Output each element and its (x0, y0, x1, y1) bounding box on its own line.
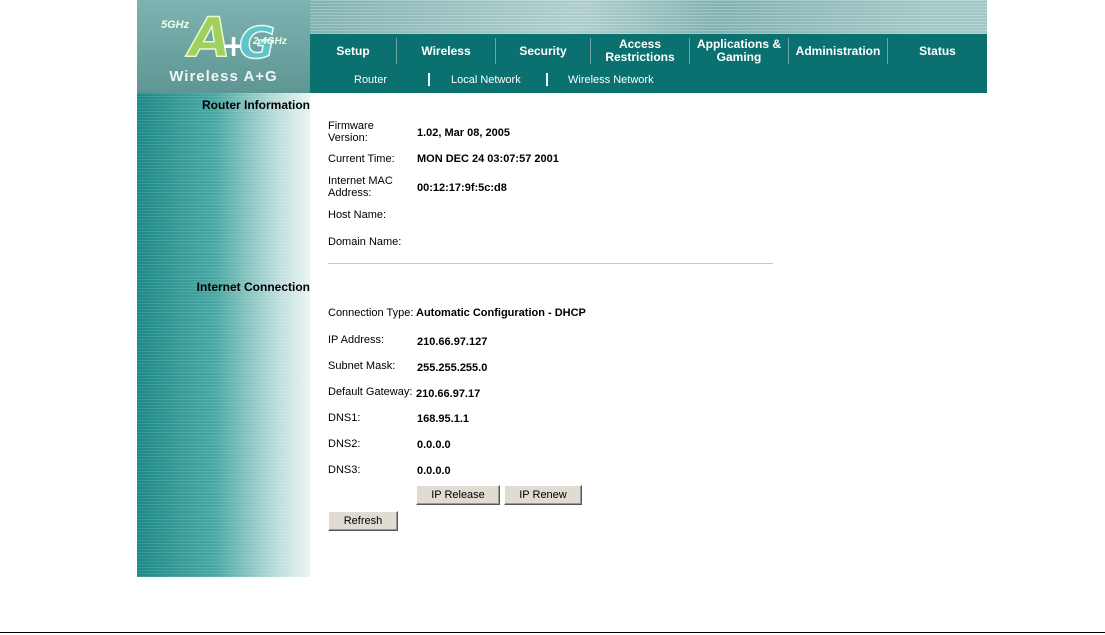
logo-5ghz-text: 5GHz (161, 19, 190, 31)
subtab-wireless-network[interactable]: Wireless Network (568, 74, 654, 86)
ip-address-label: IP Address: (328, 334, 385, 346)
connection-type-value: Automatic Configuration - DHCP (416, 307, 586, 319)
default-gateway-label: Default Gateway: (328, 386, 413, 398)
internet-mac-label: Internet MAC Address: (328, 175, 393, 199)
page-bottom-rule (0, 632, 1105, 633)
firmware-version-value: 1.02, Mar 08, 2005 (417, 127, 510, 139)
dns1-label: DNS1: (328, 412, 361, 424)
dns3-value: 0.0.0.0 (417, 465, 451, 477)
wireless-ag-logo: 5GHz A + G 2.4GHz (161, 6, 287, 66)
current-time-value: MON DEC 24 03:07:57 2001 (417, 153, 559, 165)
ip-address-value: 210.66.97.127 (417, 336, 488, 348)
router-information-heading: Router Information (202, 98, 310, 112)
dns2-label: DNS2: (328, 438, 361, 450)
dns3-label: DNS3: (328, 464, 361, 476)
sidebar (137, 93, 310, 577)
tab-access-restrictions[interactable]: Access Restrictions (591, 34, 689, 68)
tab-applications-gaming[interactable]: Applications & Gaming (690, 34, 788, 68)
domain-name-label: Domain Name: (328, 236, 402, 248)
subtab-divider (546, 73, 548, 86)
header-banner: 5GHz A + G 2.4GHz Wireless A+G Setup Wir… (137, 0, 987, 93)
tab-setup[interactable]: Setup (310, 34, 396, 68)
logo-area: 5GHz A + G 2.4GHz Wireless A+G (137, 0, 310, 93)
dns1-value: 168.95.1.1 (417, 413, 469, 425)
internet-mac-value: 00:12:17:9f:5c:d8 (417, 182, 507, 194)
refresh-button[interactable]: Refresh (328, 511, 398, 531)
current-time-label: Current Time: (328, 153, 395, 165)
tab-wireless[interactable]: Wireless (397, 34, 495, 68)
firmware-version-label: Firmware Version: (328, 120, 374, 144)
banner-decoration (310, 0, 987, 34)
subtab-divider (428, 73, 430, 86)
ip-release-button[interactable]: IP Release (416, 485, 500, 505)
logo-caption: Wireless A+G (169, 68, 278, 85)
default-gateway-value: 210.66.97.17 (416, 388, 481, 400)
logo-24ghz-text: 2.4GHz (252, 36, 287, 47)
tab-security[interactable]: Security (496, 34, 590, 68)
internet-connection-heading: Internet Connection (196, 280, 310, 294)
subnet-mask-label: Subnet Mask: (328, 360, 396, 372)
host-name-label: Host Name: (328, 209, 387, 221)
tab-status[interactable]: Status (888, 34, 987, 68)
subnet-mask-value: 255.255.255.0 (417, 362, 488, 374)
main-navigation: Setup Wireless Security Access Restricti… (310, 34, 987, 68)
connection-type-label: Connection Type: (328, 307, 414, 319)
section-divider (328, 263, 773, 264)
tab-administration[interactable]: Administration (789, 34, 887, 68)
dns2-value: 0.0.0.0 (417, 439, 451, 451)
subtab-router[interactable]: Router (354, 74, 387, 86)
subtab-local-network[interactable]: Local Network (451, 74, 521, 86)
sub-navigation: Router Local Network Wireless Network (310, 68, 987, 93)
ip-renew-button[interactable]: IP Renew (504, 485, 582, 505)
